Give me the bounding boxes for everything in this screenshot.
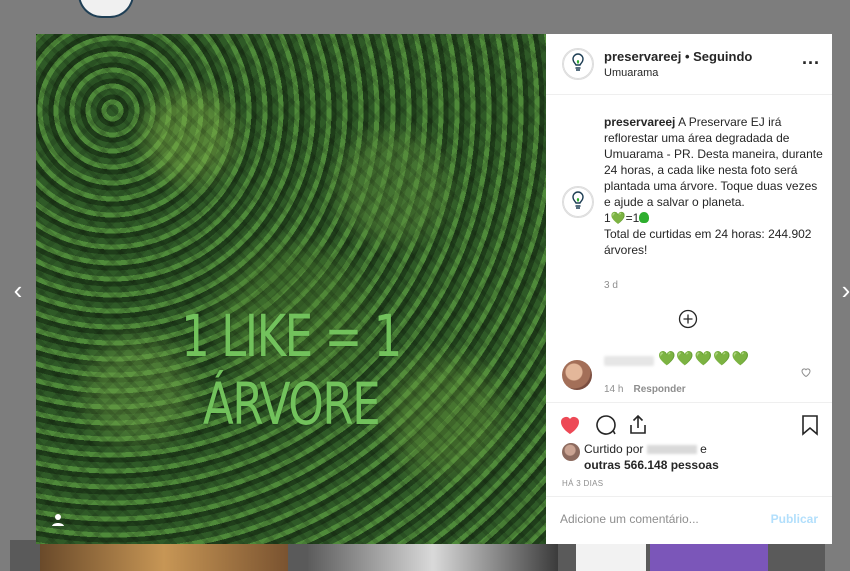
liked-by-prefix: Curtido por: [584, 442, 644, 456]
post-username[interactable]: preservareej • Seguindo: [604, 49, 752, 64]
post-caption: preservareej A Preservare EJ irá reflore…: [604, 114, 824, 258]
caption-total: Total de curtidas em 24 horas: 244.902 á…: [604, 227, 812, 257]
profile-avatar[interactable]: [562, 48, 594, 80]
caption-time: 3 d: [604, 280, 618, 291]
reply-button[interactable]: Responder: [633, 384, 685, 395]
likes-count[interactable]: outras 566.148 pessoas: [584, 458, 719, 472]
liker-avatar[interactable]: [562, 443, 580, 461]
comment-like-icon[interactable]: [800, 366, 812, 378]
post-date: HÁ 3 DIAS: [562, 479, 604, 488]
add-comment-bar: Adicione um comentário... Publicar: [546, 496, 832, 545]
post-photo[interactable]: 1 LIKE = 1 ÁRVORE: [36, 34, 546, 544]
caption-equation-mid: =1: [625, 211, 640, 225]
background-avatar: [78, 0, 134, 18]
photo-overlay-text: 1 LIKE = 1 ÁRVORE: [181, 302, 402, 438]
liked-by-and: e: [700, 442, 707, 456]
green-heart-icon: 💚: [610, 211, 626, 225]
grid-thumbnail[interactable]: [40, 540, 288, 571]
commenter-avatar[interactable]: [562, 360, 592, 390]
comment-item: 💚💚💚💚💚 14 h Responder: [562, 350, 822, 400]
bookmark-icon[interactable]: [798, 413, 822, 437]
post-location[interactable]: Umuarama: [604, 67, 658, 79]
publish-button[interactable]: Publicar: [771, 512, 818, 526]
plus-circle-icon[interactable]: [678, 309, 698, 329]
liked-by: Curtido por e outras 566.148 pessoas: [562, 441, 719, 473]
comment-meta: 14 h Responder: [604, 384, 686, 395]
share-icon[interactable]: [626, 413, 650, 437]
caption-body: A Preservare EJ irá reflorestar uma área…: [604, 115, 823, 209]
comment-time: 14 h: [604, 384, 624, 395]
follow-status[interactable]: • Seguindo: [685, 49, 752, 64]
caption-equation-left: 1: [604, 211, 611, 225]
post-header: preservareej • Seguindo Umuarama ...: [546, 34, 832, 95]
commenter-name[interactable]: [604, 356, 654, 366]
more-options-button[interactable]: ...: [802, 48, 820, 69]
post-panel: preservareej • Seguindo Umuarama ... pre…: [546, 34, 832, 544]
caption-username[interactable]: preservareej: [604, 115, 675, 129]
chevron-right-icon[interactable]: ›: [836, 277, 850, 303]
comment-text: 💚💚💚💚💚: [658, 350, 751, 366]
comment-input[interactable]: Adicione um comentário...: [560, 512, 699, 526]
user-icon[interactable]: [50, 512, 66, 528]
chevron-left-icon[interactable]: ‹: [8, 277, 28, 303]
liker-name[interactable]: [646, 445, 697, 455]
grid-thumbnail[interactable]: [308, 540, 558, 571]
tree-icon: [639, 212, 650, 223]
comment-icon[interactable]: [594, 413, 618, 437]
heart-filled-icon[interactable]: [558, 413, 582, 437]
caption-avatar[interactable]: [562, 186, 594, 218]
post-modal: 1 LIKE = 1 ÁRVORE preservareej • Seguind…: [36, 34, 832, 544]
